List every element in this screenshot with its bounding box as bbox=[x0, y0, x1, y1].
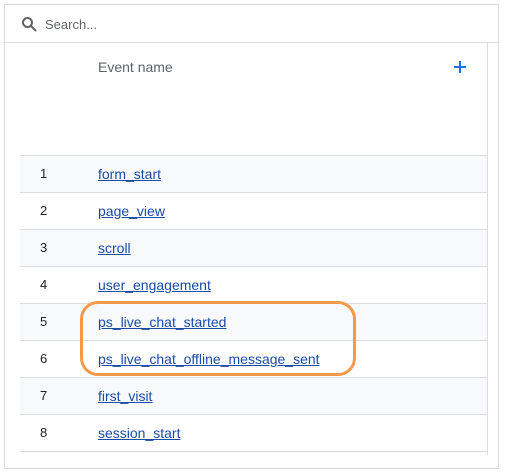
column-header-event-name[interactable]: Event name bbox=[98, 59, 173, 75]
event-name-link[interactable]: form_start bbox=[98, 166, 161, 182]
add-icon[interactable] bbox=[452, 59, 468, 75]
table-body: 1 form_start 2 page_view 3 scroll 4 user… bbox=[20, 156, 487, 452]
search-input[interactable] bbox=[45, 13, 445, 35]
table-row: 4 user_engagement bbox=[20, 267, 487, 304]
search-icon bbox=[22, 17, 37, 32]
event-name-link[interactable]: scroll bbox=[98, 240, 131, 256]
table-row: 3 scroll bbox=[20, 230, 487, 267]
event-name-link[interactable]: page_view bbox=[98, 203, 165, 219]
table-row: 6 ps_live_chat_offline_message_sent bbox=[20, 341, 487, 378]
row-index: 3 bbox=[40, 240, 48, 255]
table-row: 7 first_visit bbox=[20, 378, 487, 415]
row-index: 1 bbox=[40, 166, 48, 181]
event-name-link[interactable]: session_start bbox=[98, 425, 180, 441]
table-row: 1 form_start bbox=[20, 156, 487, 193]
event-name-link[interactable]: user_engagement bbox=[98, 277, 211, 293]
table-row: 2 page_view bbox=[20, 193, 487, 230]
row-index: 4 bbox=[40, 277, 48, 292]
event-name-link[interactable]: ps_live_chat_offline_message_sent bbox=[98, 351, 320, 367]
event-name-link[interactable]: first_visit bbox=[98, 388, 152, 404]
table-header: Event name bbox=[20, 43, 488, 156]
table-row: 8 session_start bbox=[20, 415, 487, 452]
row-index: 2 bbox=[40, 203, 48, 218]
table-row: 5 ps_live_chat_started bbox=[20, 304, 487, 341]
event-name-link[interactable]: ps_live_chat_started bbox=[98, 314, 226, 330]
row-index: 8 bbox=[40, 425, 48, 440]
row-index: 6 bbox=[40, 351, 48, 366]
events-table-panel: Event name 1 form_start 2 page_view 3 sc… bbox=[4, 4, 499, 469]
search-bar bbox=[5, 5, 498, 43]
row-index: 5 bbox=[40, 314, 48, 329]
row-index: 7 bbox=[40, 388, 48, 403]
column-divider bbox=[487, 43, 488, 455]
